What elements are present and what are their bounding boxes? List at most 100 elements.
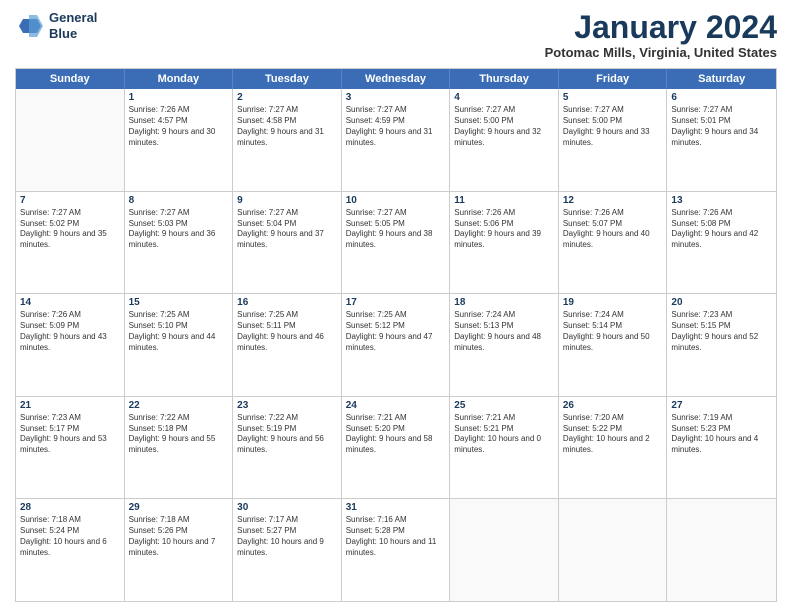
calendar-cell xyxy=(450,499,559,601)
day-number: 10 xyxy=(346,195,446,206)
day-number: 7 xyxy=(20,195,120,206)
day-number: 9 xyxy=(237,195,337,206)
cell-info: Sunrise: 7:26 AM Sunset: 5:09 PM Dayligh… xyxy=(20,310,120,353)
calendar-cell: 21 Sunrise: 7:23 AM Sunset: 5:17 PM Dayli… xyxy=(16,397,125,499)
day-number: 26 xyxy=(563,400,663,411)
calendar-row: 14 Sunrise: 7:26 AM Sunset: 5:09 PM Dayli… xyxy=(16,294,776,397)
day-number: 5 xyxy=(563,92,663,103)
calendar-cell: 26 Sunrise: 7:20 AM Sunset: 5:22 PM Dayli… xyxy=(559,397,668,499)
cell-info: Sunrise: 7:27 AM Sunset: 4:58 PM Dayligh… xyxy=(237,105,337,148)
calendar-cell: 5 Sunrise: 7:27 AM Sunset: 5:00 PM Daylig… xyxy=(559,89,668,191)
day-number: 21 xyxy=(20,400,120,411)
day-number: 11 xyxy=(454,195,554,206)
cell-info: Sunrise: 7:23 AM Sunset: 5:15 PM Dayligh… xyxy=(671,310,772,353)
cell-info: Sunrise: 7:26 AM Sunset: 5:07 PM Dayligh… xyxy=(563,208,663,251)
calendar-cell: 6 Sunrise: 7:27 AM Sunset: 5:01 PM Daylig… xyxy=(667,89,776,191)
cell-info: Sunrise: 7:27 AM Sunset: 5:00 PM Dayligh… xyxy=(454,105,554,148)
day-number: 14 xyxy=(20,297,120,308)
day-number: 15 xyxy=(129,297,229,308)
day-number: 27 xyxy=(671,400,772,411)
cell-info: Sunrise: 7:16 AM Sunset: 5:28 PM Dayligh… xyxy=(346,515,446,558)
location: Potomac Mills, Virginia, United States xyxy=(545,45,777,60)
day-number: 13 xyxy=(671,195,772,206)
day-number: 28 xyxy=(20,502,120,513)
cell-info: Sunrise: 7:27 AM Sunset: 5:00 PM Dayligh… xyxy=(563,105,663,148)
day-number: 23 xyxy=(237,400,337,411)
title-block: January 2024 Potomac Mills, Virginia, Un… xyxy=(545,10,777,60)
calendar-body: 1 Sunrise: 7:26 AM Sunset: 4:57 PM Daylig… xyxy=(16,89,776,601)
cell-info: Sunrise: 7:18 AM Sunset: 5:26 PM Dayligh… xyxy=(129,515,229,558)
calendar-header: SundayMondayTuesdayWednesdayThursdayFrid… xyxy=(16,69,776,89)
day-number: 24 xyxy=(346,400,446,411)
calendar-cell: 22 Sunrise: 7:22 AM Sunset: 5:18 PM Dayli… xyxy=(125,397,234,499)
weekday-header: Friday xyxy=(559,69,668,89)
cell-info: Sunrise: 7:27 AM Sunset: 5:01 PM Dayligh… xyxy=(671,105,772,148)
calendar-cell: 11 Sunrise: 7:26 AM Sunset: 5:06 PM Dayli… xyxy=(450,192,559,294)
calendar-cell: 23 Sunrise: 7:22 AM Sunset: 5:19 PM Dayli… xyxy=(233,397,342,499)
calendar-cell: 10 Sunrise: 7:27 AM Sunset: 5:05 PM Dayli… xyxy=(342,192,451,294)
cell-info: Sunrise: 7:17 AM Sunset: 5:27 PM Dayligh… xyxy=(237,515,337,558)
cell-info: Sunrise: 7:24 AM Sunset: 5:13 PM Dayligh… xyxy=(454,310,554,353)
calendar-cell: 4 Sunrise: 7:27 AM Sunset: 5:00 PM Daylig… xyxy=(450,89,559,191)
calendar-cell: 7 Sunrise: 7:27 AM Sunset: 5:02 PM Daylig… xyxy=(16,192,125,294)
cell-info: Sunrise: 7:22 AM Sunset: 5:19 PM Dayligh… xyxy=(237,413,337,456)
day-number: 2 xyxy=(237,92,337,103)
header: General Blue January 2024 Potomac Mills,… xyxy=(15,10,777,60)
calendar-cell: 28 Sunrise: 7:18 AM Sunset: 5:24 PM Dayli… xyxy=(16,499,125,601)
day-number: 20 xyxy=(671,297,772,308)
calendar-cell: 27 Sunrise: 7:19 AM Sunset: 5:23 PM Dayli… xyxy=(667,397,776,499)
calendar-cell: 12 Sunrise: 7:26 AM Sunset: 5:07 PM Dayli… xyxy=(559,192,668,294)
calendar-cell: 31Sunrise: 7:16 AM Sunset: 5:28 PM Dayli… xyxy=(342,499,451,601)
cell-info: Sunrise: 7:18 AM Sunset: 5:24 PM Dayligh… xyxy=(20,515,120,558)
calendar-row: 1 Sunrise: 7:26 AM Sunset: 4:57 PM Daylig… xyxy=(16,89,776,192)
day-number: 6 xyxy=(671,92,772,103)
day-number: 8 xyxy=(129,195,229,206)
cell-info: Sunrise: 7:25 AM Sunset: 5:10 PM Dayligh… xyxy=(129,310,229,353)
cell-info: Sunrise: 7:20 AM Sunset: 5:22 PM Dayligh… xyxy=(563,413,663,456)
calendar-cell: 15 Sunrise: 7:25 AM Sunset: 5:10 PM Dayli… xyxy=(125,294,234,396)
calendar-cell: 30 Sunrise: 7:17 AM Sunset: 5:27 PM Dayli… xyxy=(233,499,342,601)
cell-info: Sunrise: 7:25 AM Sunset: 5:12 PM Dayligh… xyxy=(346,310,446,353)
logo-icon xyxy=(15,11,45,41)
calendar-cell: 20 Sunrise: 7:23 AM Sunset: 5:15 PM Dayli… xyxy=(667,294,776,396)
weekday-header: Monday xyxy=(125,69,234,89)
calendar-cell: 8 Sunrise: 7:27 AM Sunset: 5:03 PM Daylig… xyxy=(125,192,234,294)
day-number: 25 xyxy=(454,400,554,411)
weekday-header: Thursday xyxy=(450,69,559,89)
cell-info: Sunrise: 7:21 AM Sunset: 5:21 PM Dayligh… xyxy=(454,413,554,456)
month-title: January 2024 xyxy=(545,10,777,45)
day-number: 1 xyxy=(129,92,229,103)
cell-info: Sunrise: 7:24 AM Sunset: 5:14 PM Dayligh… xyxy=(563,310,663,353)
cell-info: Sunrise: 7:27 AM Sunset: 5:02 PM Dayligh… xyxy=(20,208,120,251)
cell-info: Sunrise: 7:26 AM Sunset: 5:06 PM Dayligh… xyxy=(454,208,554,251)
cell-info: Sunrise: 7:19 AM Sunset: 5:23 PM Dayligh… xyxy=(671,413,772,456)
calendar-cell xyxy=(667,499,776,601)
cell-info: Sunrise: 7:27 AM Sunset: 5:03 PM Dayligh… xyxy=(129,208,229,251)
calendar-cell: 3Sunrise: 7:27 AM Sunset: 4:59 PM Daylig… xyxy=(342,89,451,191)
weekday-header: Tuesday xyxy=(233,69,342,89)
day-number: 17 xyxy=(346,297,446,308)
cell-info: Sunrise: 7:25 AM Sunset: 5:11 PM Dayligh… xyxy=(237,310,337,353)
cell-info: Sunrise: 7:26 AM Sunset: 5:08 PM Dayligh… xyxy=(671,208,772,251)
day-number: 29 xyxy=(129,502,229,513)
calendar-cell: 13 Sunrise: 7:26 AM Sunset: 5:08 PM Dayli… xyxy=(667,192,776,294)
cell-info: Sunrise: 7:27 AM Sunset: 5:05 PM Dayligh… xyxy=(346,208,446,251)
cell-info: Sunrise: 7:22 AM Sunset: 5:18 PM Dayligh… xyxy=(129,413,229,456)
day-number: 4 xyxy=(454,92,554,103)
day-number: 30 xyxy=(237,502,337,513)
day-number: 18 xyxy=(454,297,554,308)
logo-text: General Blue xyxy=(49,10,97,41)
day-number: 22 xyxy=(129,400,229,411)
cell-info: Sunrise: 7:27 AM Sunset: 5:04 PM Dayligh… xyxy=(237,208,337,251)
day-number: 12 xyxy=(563,195,663,206)
weekday-header: Wednesday xyxy=(342,69,451,89)
cell-info: Sunrise: 7:21 AM Sunset: 5:20 PM Dayligh… xyxy=(346,413,446,456)
calendar-cell: 25 Sunrise: 7:21 AM Sunset: 5:21 PM Dayli… xyxy=(450,397,559,499)
cell-info: Sunrise: 7:23 AM Sunset: 5:17 PM Dayligh… xyxy=(20,413,120,456)
day-number: 19 xyxy=(563,297,663,308)
calendar-row: 7 Sunrise: 7:27 AM Sunset: 5:02 PM Daylig… xyxy=(16,192,776,295)
cell-info: Sunrise: 7:26 AM Sunset: 4:57 PM Dayligh… xyxy=(129,105,229,148)
calendar: SundayMondayTuesdayWednesdayThursdayFrid… xyxy=(15,68,777,602)
day-number: 3 xyxy=(346,92,446,103)
logo: General Blue xyxy=(15,10,97,41)
